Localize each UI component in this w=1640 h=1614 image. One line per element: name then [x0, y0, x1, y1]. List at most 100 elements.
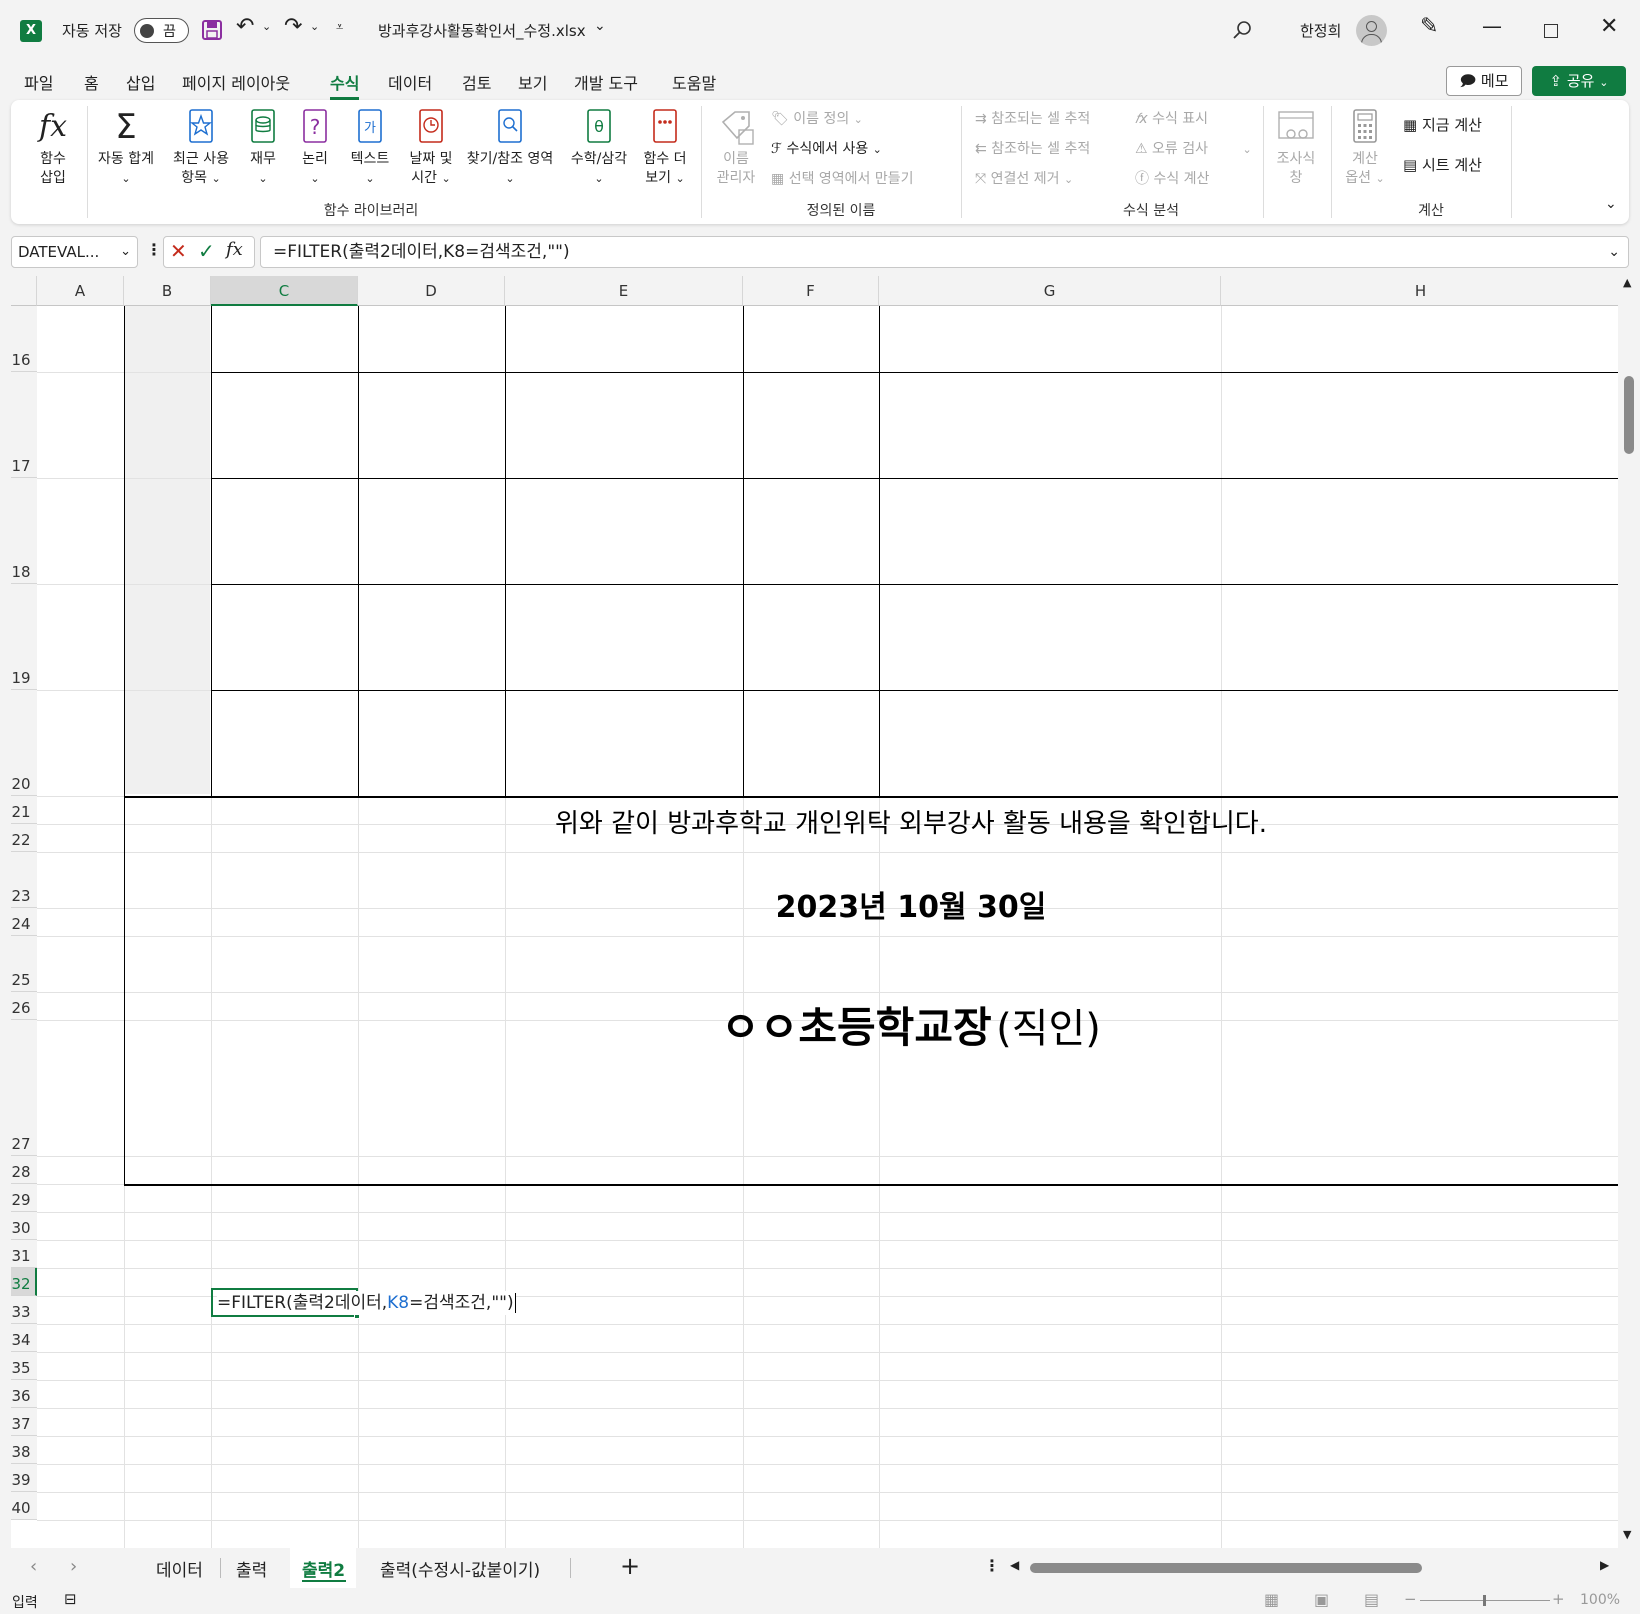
next-sheet-icon[interactable]: ›: [70, 1556, 77, 1577]
minimize-icon[interactable]: —: [1482, 14, 1502, 38]
memo-button[interactable]: 🗩 메모: [1446, 66, 1522, 96]
maximize-icon[interactable]: [1544, 24, 1558, 38]
row-header-30[interactable]: 30: [11, 1212, 37, 1240]
add-sheet-icon[interactable]: +: [620, 1552, 640, 1580]
tab-home[interactable]: 홈: [84, 70, 99, 94]
show-formulas-button[interactable]: 𝑓x 수식 표시: [1135, 108, 1208, 128]
row-header-39[interactable]: 39: [11, 1464, 37, 1492]
autosum-button[interactable]: Σ 자동 합계 ⌄: [93, 108, 159, 188]
zoom-slider-thumb[interactable]: [1483, 1595, 1486, 1606]
zoom-out-icon[interactable]: −: [1404, 1590, 1417, 1608]
row-header-18[interactable]: 18: [11, 478, 37, 584]
calc-now-button[interactable]: ▦ 지금 계산: [1403, 114, 1482, 135]
row-header-28[interactable]: 28: [11, 1156, 37, 1184]
tabs-more-icon[interactable]: ⋮: [984, 1556, 1000, 1575]
date-cell[interactable]: 2023년 10월 30일: [211, 888, 1611, 928]
datetime-button[interactable]: 날짜 및 시간 ⌄: [401, 108, 461, 188]
column-header-b[interactable]: B: [124, 276, 211, 306]
row-header-19[interactable]: 19: [11, 584, 37, 690]
share-button[interactable]: ⇪ 공유 ⌄: [1532, 66, 1626, 96]
lookup-button[interactable]: 찾기/참조 영역 ⌄: [455, 108, 565, 188]
sheet-tab-output2[interactable]: 출력2: [302, 1556, 345, 1581]
use-in-formula-button[interactable]: ℱ 수식에서 사용 ⌄: [771, 138, 882, 158]
evaluate-formula-button[interactable]: ⓕ 수식 계산: [1135, 168, 1209, 188]
redo-dropdown-icon[interactable]: ⌄: [310, 20, 319, 33]
row-header-16[interactable]: 16: [11, 306, 37, 372]
column-header-c[interactable]: C: [211, 276, 358, 306]
calc-sheet-button[interactable]: ▤ 시트 계산: [1403, 154, 1482, 175]
trace-dependents-button[interactable]: ⇇ 참조하는 셀 추적: [975, 138, 1090, 158]
principal-cell[interactable]: ㅇㅇ초등학교장 (직인): [211, 1000, 1611, 1066]
row-header-21[interactable]: 21: [11, 796, 37, 824]
calc-options-button[interactable]: 계산 옵션 ⌄: [1339, 108, 1391, 188]
column-header-a[interactable]: A: [37, 276, 124, 306]
name-box-chevron-icon[interactable]: ⌄: [120, 237, 131, 267]
scroll-up-icon[interactable]: ▲: [1623, 276, 1631, 289]
tab-review[interactable]: 검토: [462, 70, 491, 94]
insert-function-button[interactable]: fx 함수 삽입: [31, 108, 75, 188]
formula-bar-options-icon[interactable]: ⋮: [146, 240, 162, 259]
sheet-tab-data[interactable]: 데이터: [156, 1556, 203, 1581]
scroll-down-icon[interactable]: ▼: [1623, 1528, 1631, 1541]
column-header-h[interactable]: H: [1221, 276, 1621, 306]
accessibility-icon[interactable]: ⊟: [64, 1590, 77, 1608]
row-header-29[interactable]: 29: [11, 1184, 37, 1212]
error-checking-button[interactable]: ⚠ 오류 검사 ⌄: [1135, 138, 1252, 158]
customize-qat-icon[interactable]: ⩡: [336, 20, 343, 35]
close-icon[interactable]: ✕: [1600, 14, 1618, 39]
worksheet-grid[interactable]: ABCDEFGH 16 17 18 19 20 21 22 23 24 25 26 27 28 29 30 3…: [11, 276, 1629, 1548]
row-header-34[interactable]: 34: [11, 1324, 37, 1352]
cell-edit-text[interactable]: =FILTER(출력2데이터,K8=검색조건,""): [217, 1291, 516, 1315]
normal-view-icon[interactable]: ▦: [1264, 1590, 1279, 1609]
hscroll-left-icon[interactable]: ◀: [1010, 1558, 1019, 1572]
recent-functions-button[interactable]: 최근 사용 항목 ⌄: [167, 108, 235, 188]
row-header-36[interactable]: 36: [11, 1380, 37, 1408]
hscroll-right-icon[interactable]: ▶: [1600, 1558, 1609, 1572]
search-icon[interactable]: [1232, 20, 1252, 40]
prev-sheet-icon[interactable]: ‹: [30, 1556, 37, 1577]
tab-help[interactable]: 도움말: [672, 70, 716, 94]
create-from-selection-button[interactable]: ▦ 선택 영역에서 만들기: [771, 168, 914, 188]
row-header-37[interactable]: 37: [11, 1408, 37, 1436]
row-header-33[interactable]: 33: [11, 1296, 37, 1324]
undo-icon[interactable]: ↶: [236, 14, 254, 39]
column-header-e[interactable]: E: [505, 276, 743, 306]
tab-data[interactable]: 데이터: [388, 70, 432, 94]
file-name[interactable]: 방과후강사활동확인서_수정.xlsx: [378, 20, 586, 41]
row-header-20[interactable]: 20: [11, 690, 37, 796]
page-layout-view-icon[interactable]: ▣: [1314, 1590, 1329, 1609]
row-header-31[interactable]: 31: [11, 1240, 37, 1268]
remove-arrows-button[interactable]: ⤧ 연결선 제거 ⌄: [975, 168, 1073, 188]
tab-view[interactable]: 보기: [518, 70, 547, 94]
tab-page-layout[interactable]: 페이지 레이아웃: [182, 70, 290, 94]
page-break-view-icon[interactable]: ▤: [1364, 1590, 1379, 1609]
name-box[interactable]: DATEVAL... ⌄: [11, 236, 138, 268]
pen-icon[interactable]: ✎: [1420, 14, 1438, 39]
zoom-level[interactable]: 100%: [1580, 1592, 1620, 1608]
logical-button[interactable]: ? 논리 ⌄: [293, 108, 337, 188]
math-trig-button[interactable]: θ 수학/삼각 ⌄: [565, 108, 633, 188]
horizontal-scroll-thumb[interactable]: [1030, 1563, 1422, 1573]
text-functions-button[interactable]: 가 텍스트 ⌄: [343, 108, 397, 188]
zoom-in-icon[interactable]: +: [1552, 1590, 1565, 1608]
ribbon-collapse-icon[interactable]: ⌄: [1605, 196, 1617, 212]
name-manager-button[interactable]: 이름 관리자: [711, 108, 761, 188]
more-functions-button[interactable]: 함수 더 보기 ⌄: [637, 108, 693, 188]
sheet-tab-output-edit[interactable]: 출력(수정시-값붙이기): [380, 1556, 540, 1581]
tab-insert[interactable]: 삽입: [126, 70, 155, 94]
confirm-statement-cell[interactable]: 위와 같이 방과후학교 개인위탁 외부강사 활동 내용을 확인합니다.: [211, 806, 1611, 842]
cancel-entry-icon[interactable]: ✕: [170, 239, 187, 263]
filename-chevron-icon[interactable]: ⌄: [594, 18, 606, 34]
trace-precedents-button[interactable]: ⇉ 참조되는 셀 추적: [975, 108, 1090, 128]
autosave-toggle[interactable]: 끔: [134, 18, 189, 43]
row-header-40[interactable]: 40: [11, 1492, 37, 1520]
user-name[interactable]: 한정희: [1300, 20, 1341, 41]
tab-formulas[interactable]: 수식: [330, 70, 360, 100]
row-header-23[interactable]: 23: [11, 852, 37, 908]
tab-developer[interactable]: 개발 도구: [574, 70, 638, 94]
insert-function-fx-icon[interactable]: fx: [226, 239, 243, 260]
avatar-icon[interactable]: [1356, 15, 1387, 46]
row-header-38[interactable]: 38: [11, 1436, 37, 1464]
row-header-27[interactable]: 27: [11, 1020, 37, 1156]
row-header-25[interactable]: 25: [11, 936, 37, 992]
